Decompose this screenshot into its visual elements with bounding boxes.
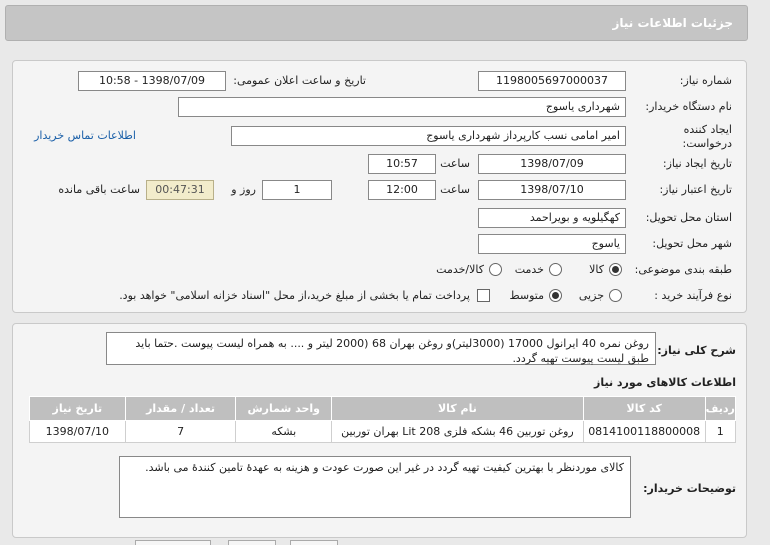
process-option-medium: متوسط	[509, 289, 544, 302]
col-row: ردیف	[704, 396, 737, 421]
process-option-minor: جزیی	[578, 289, 604, 302]
goods-table: ردیف کد کالا نام کالا واحد شمارش تعداد /…	[29, 396, 737, 443]
col-unit: واحد شمارش	[235, 396, 333, 421]
province-field[interactable]: کهگیلویه و بویراحمد	[478, 208, 626, 228]
process-radio-minor[interactable]	[609, 289, 622, 302]
cell-unit: بشکه	[235, 420, 333, 443]
cell-name: روغن توربین 46 بشکه فلزی 208 Lit بهران ت…	[331, 420, 584, 443]
goods-table-header: ردیف کد کالا نام کالا واحد شمارش تعداد /…	[29, 396, 737, 421]
buyer-contact-link[interactable]: اطلاعات تماس خریدار	[34, 129, 136, 142]
cell-quantity: 7	[124, 420, 237, 443]
category-radio-goods-service[interactable]	[489, 263, 502, 276]
bottom-button-2[interactable]	[228, 540, 276, 545]
col-code: کد کالا	[582, 396, 706, 421]
city-label: شهر محل تحویل:	[652, 237, 732, 250]
category-label: طبقه بندی موضوعی:	[634, 263, 732, 276]
buyer-org-label: نام دستگاه خریدار:	[645, 100, 732, 113]
creator-field[interactable]: امیر امامی نسب کارپرداز شهرداری یاسوج	[231, 126, 626, 146]
page-title: جزئیات اطلاعات نیاز	[612, 16, 733, 30]
process-radio-medium[interactable]	[549, 289, 562, 302]
details-panel: شرح کلی نیاز: روغن نمره 40 ایرانول 17000…	[12, 323, 747, 538]
category-radio-goods[interactable]	[609, 263, 622, 276]
need-number-label: شماره نیاز:	[679, 74, 732, 87]
description-label: شرح کلی نیاز:	[657, 344, 736, 357]
cell-code: 0814100118800008	[582, 420, 706, 443]
announce-field[interactable]: 1398/07/09 - 10:58	[78, 71, 226, 91]
col-quantity: تعداد / مقدار	[124, 396, 237, 421]
col-name: نام کالا	[331, 396, 584, 421]
valid-time-field[interactable]: 12:00	[368, 180, 436, 200]
treasury-checkbox[interactable]	[477, 289, 490, 302]
bottom-button-3[interactable]	[290, 540, 338, 545]
cell-row: 1	[704, 420, 737, 443]
remaining-time-field: 00:47:31	[146, 180, 214, 200]
days-field[interactable]: 1	[262, 180, 332, 200]
days-label: روز و	[231, 183, 256, 196]
bottom-button-1[interactable]	[135, 540, 211, 545]
valid-date-label: تاریخ اعتبار نیاز:	[659, 183, 732, 196]
city-field[interactable]: یاسوج	[478, 234, 626, 254]
valid-date-field[interactable]: 1398/07/10	[478, 180, 626, 200]
payment-note: پرداخت تمام یا بخشی از مبلغ خرید،از محل …	[119, 289, 470, 302]
need-number-field[interactable]: 1198005697000037	[478, 71, 626, 91]
goods-section-title: اطلاعات کالاهای مورد نیاز	[594, 376, 736, 389]
category-option-goods-service: کالا/خدمت	[436, 263, 484, 276]
table-row[interactable]: 1 0814100118800008 روغن توربین 46 بشکه ف…	[29, 420, 737, 443]
cell-need-date: 1398/07/10	[29, 420, 126, 443]
buyer-notes-field[interactable]: کالای موردنظر با بهترین کیفیت تهیه گردد …	[119, 456, 631, 518]
page-header: جزئیات اطلاعات نیاز	[5, 5, 748, 41]
buyer-org-field[interactable]: شهرداری یاسوج	[178, 97, 626, 117]
remaining-label: ساعت باقی مانده	[58, 183, 140, 196]
category-option-goods: کالا	[589, 263, 604, 276]
process-label: نوع فرآیند خرید :	[654, 289, 732, 302]
create-date-label: تاریخ ایجاد نیاز:	[662, 157, 732, 170]
create-date-field[interactable]: 1398/07/09	[478, 154, 626, 174]
category-option-service: خدمت	[514, 263, 544, 276]
creator-label: ایجاد کننده درخواست:	[682, 123, 732, 150]
buyer-notes-label: توضیحات خریدار:	[643, 482, 736, 495]
create-time-label: ساعت	[440, 157, 470, 170]
description-field[interactable]: روغن نمره 40 ایرانول 17000 (3000لیتر)و ر…	[106, 332, 656, 365]
valid-time-label: ساعت	[440, 183, 470, 196]
info-panel: شماره نیاز: 1198005697000037 تاریخ و ساع…	[12, 60, 747, 313]
category-radio-service[interactable]	[549, 263, 562, 276]
col-need-date: تاریخ نیاز	[29, 396, 126, 421]
create-time-field[interactable]: 10:57	[368, 154, 436, 174]
announce-label: تاریخ و ساعت اعلان عمومی:	[233, 74, 366, 87]
province-label: استان محل تحویل:	[645, 211, 732, 224]
